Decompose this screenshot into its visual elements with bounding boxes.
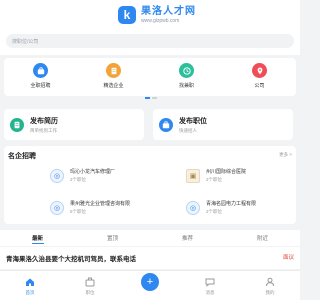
site-url: www.glzpwb.com <box>141 17 180 24</box>
briefcase-icon <box>33 63 48 78</box>
location-pin-icon <box>252 63 267 78</box>
company-job-count: 2个职位 <box>206 177 223 182</box>
message-icon <box>204 276 216 288</box>
quick-nav-label: 找兼职 <box>178 83 194 89</box>
tab-latest[interactable]: 最新 <box>0 230 75 246</box>
bottom-nav-label: 我的 <box>265 290 275 295</box>
quick-nav-companies[interactable]: 精选企业 <box>84 63 144 96</box>
company-job-count: 5个职位 <box>70 209 87 214</box>
post-job-title: 发布职位 <box>179 117 207 125</box>
bottom-nav-messages[interactable]: 消息 <box>180 271 240 300</box>
carousel-dot <box>145 97 150 99</box>
post-resume-subtitle: 简单找到工作 <box>30 127 57 133</box>
plus-icon: + <box>141 273 159 291</box>
company-card[interactable]: ◎ 果州雅光企业管理咨询有限 5个职位 <box>50 200 130 215</box>
briefcase-icon <box>84 276 96 288</box>
list-tabs: 最新 置顶 推荐 附近 <box>0 230 300 246</box>
bottom-nav: 首页 职位 + 消息 我的 <box>0 270 300 300</box>
bottom-nav-profile[interactable]: 我的 <box>240 271 300 300</box>
bottom-nav-label: 首页 <box>25 290 35 295</box>
bottom-nav-label: 职位 <box>85 290 95 295</box>
company-logo: ◎ <box>50 200 64 215</box>
more-link[interactable]: 更多 > <box>279 152 292 158</box>
tab-nearby[interactable]: 附近 <box>225 230 300 246</box>
company-logo: ◎ <box>186 200 200 215</box>
company-name: 青海名园电力工程有限 <box>206 201 257 207</box>
salary-badge: 面议 <box>282 255 294 261</box>
post-job-card[interactable]: 发布职位 快速招人 <box>153 109 293 140</box>
quick-nav-label: 公司 <box>254 83 265 89</box>
company-job-count: 2个职位 <box>70 177 87 182</box>
bottom-nav-jobs[interactable]: 职位 <box>60 271 120 300</box>
search-input[interactable]: 搜职位/公司 <box>6 34 294 48</box>
app-header: k 果洛人才网 www.glzpwb.com 搜职位/公司 <box>0 0 300 55</box>
job-icon <box>159 117 173 132</box>
section-title: 名企招聘 <box>8 153 36 160</box>
job-title: 青海果洛久治县要个大挖机司驾员，联系电话 <box>6 256 136 263</box>
site-logo[interactable]: k 果洛人才网 www.glzpwb.com <box>118 6 196 24</box>
home-icon <box>24 276 36 288</box>
company-name: 果州雅光企业管理咨询有限 <box>70 201 131 207</box>
company-card[interactable]: ◎ 玛沁小龙汽车修理厂 2个职位 <box>50 168 115 183</box>
famous-companies-section: 名企招聘 更多 > ◎ 玛沁小龙汽车修理厂 2个职位 ▣ 州川国际综合医院 2个… <box>4 146 296 224</box>
post-job-subtitle: 快速招人 <box>179 127 197 133</box>
company-logo: ▣ <box>186 168 200 183</box>
quick-nav-company[interactable]: 公司 <box>230 63 290 96</box>
company-card[interactable]: ▣ 州川国际综合医院 2个职位 <box>186 168 246 183</box>
post-resume-title: 发布简历 <box>30 117 58 125</box>
company-logo: ◎ <box>50 168 64 183</box>
user-icon <box>264 276 276 288</box>
company-card[interactable]: ◎ 青海名园电力工程有限 2个职位 <box>186 200 256 215</box>
building-icon <box>106 63 121 78</box>
post-resume-card[interactable]: 发布简历 简单找到工作 <box>4 109 144 140</box>
quick-nav-label: 全职招聘 <box>30 83 51 89</box>
site-title: 果洛人才网 <box>141 5 196 17</box>
carousel-indicator <box>145 97 157 99</box>
bottom-nav-home[interactable]: 首页 <box>0 271 60 300</box>
logo-icon: k <box>118 6 136 24</box>
clock-icon <box>179 63 194 78</box>
quick-nav-fulltime[interactable]: 全职招聘 <box>11 63 71 96</box>
company-name: 州川国际综合医院 <box>206 169 247 175</box>
job-list-item[interactable]: 青海果洛久治县要个大挖机司驾员，联系电话 面议 <box>0 247 300 269</box>
company-name: 玛沁小龙汽车修理厂 <box>70 169 116 175</box>
carousel-dot <box>152 97 157 99</box>
tab-top[interactable]: 置顶 <box>75 230 150 246</box>
bottom-nav-label: 消息 <box>205 290 215 295</box>
quick-nav-parttime[interactable]: 找兼职 <box>157 63 217 96</box>
bottom-nav-publish[interactable]: + <box>120 271 180 300</box>
resume-icon <box>10 117 24 132</box>
tab-recommended[interactable]: 推荐 <box>150 230 225 246</box>
quick-nav-label: 精选企业 <box>103 83 124 89</box>
quick-nav: 全职招聘 精选企业 找兼职 公司 <box>4 58 296 96</box>
search-placeholder: 搜职位/公司 <box>12 38 39 45</box>
company-job-count: 2个职位 <box>206 209 223 214</box>
